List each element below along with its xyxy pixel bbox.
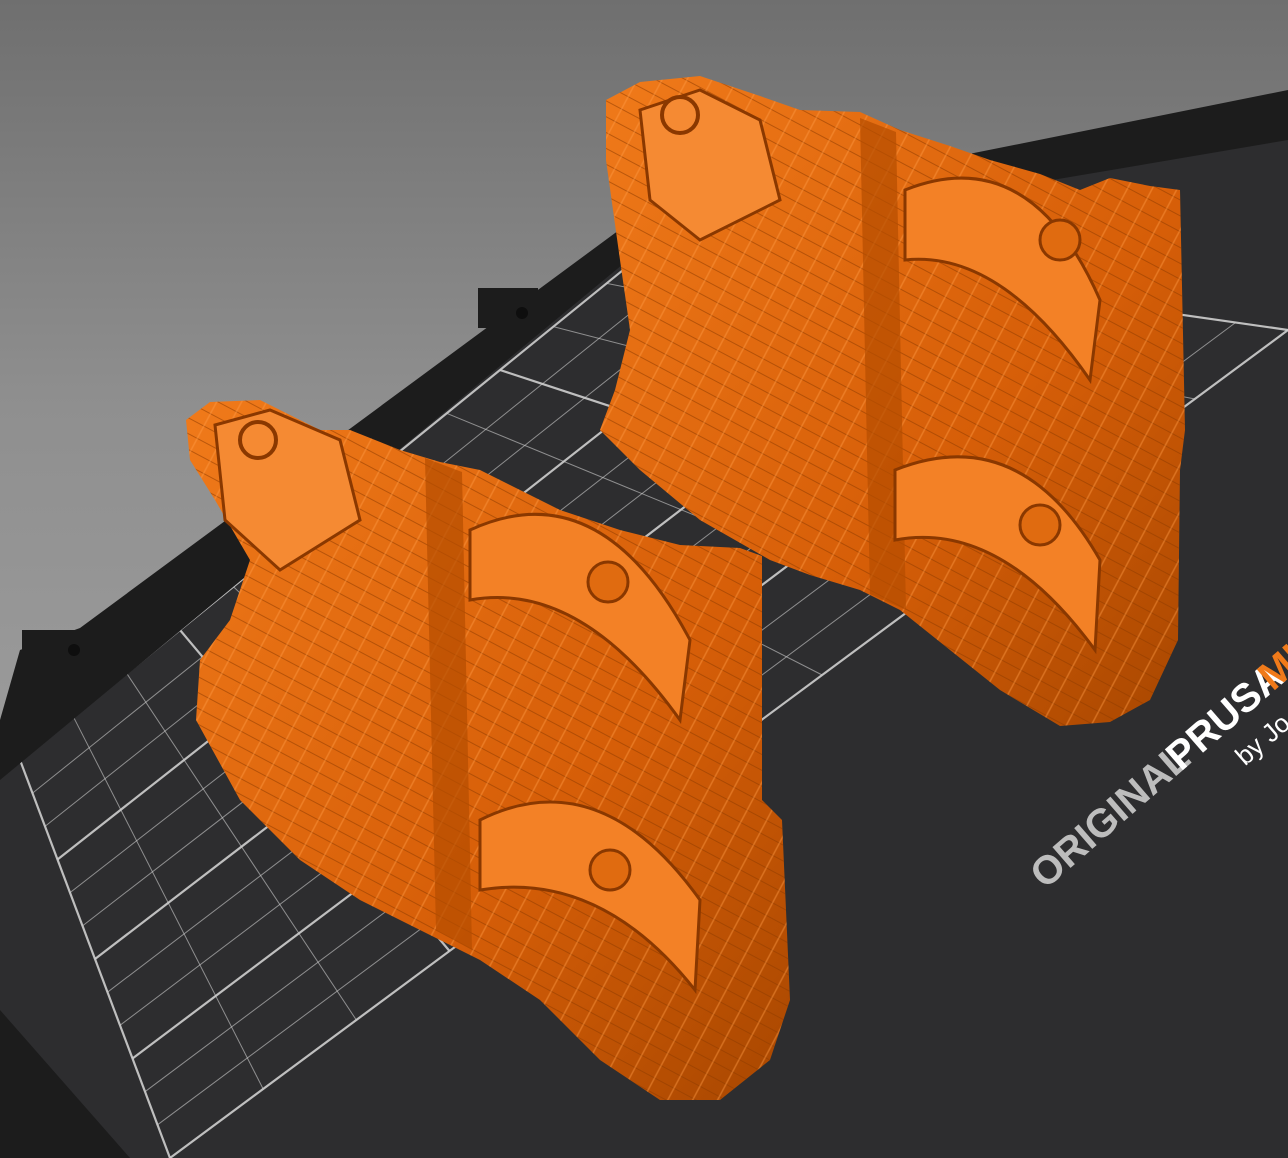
bed-screw-mid (516, 307, 528, 319)
wall-front-emblem-eye (588, 848, 632, 892)
wall-front-emblem-cross (586, 560, 630, 604)
wall-back-emblem-eye (1018, 503, 1062, 547)
scene-canvas[interactable]: ORIGINAL PRUSA MK by Jo (0, 0, 1288, 1158)
bed-screw-left (68, 644, 80, 656)
wall-back-emblem-cross (1038, 218, 1082, 262)
3d-viewport[interactable]: ORIGINAL PRUSA MK by Jo (0, 0, 1288, 1158)
bed-tab-mid (478, 288, 538, 328)
